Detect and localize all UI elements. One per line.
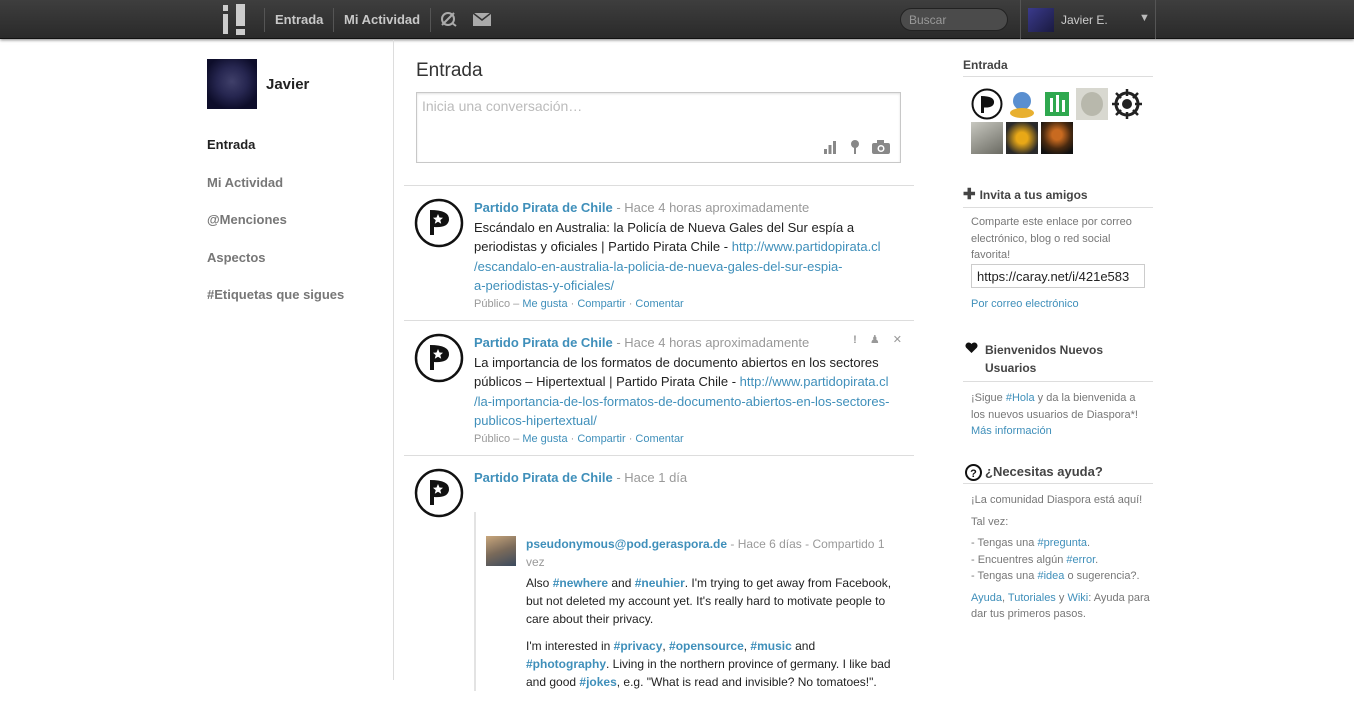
post-item: Partido Pirata de Chile - Hace 1 día pse… xyxy=(404,455,914,715)
tag-link[interactable]: #opensource xyxy=(669,639,744,653)
contact-avatar[interactable] xyxy=(1006,88,1038,120)
like-link[interactable]: Me gusta xyxy=(522,298,567,310)
tag-link[interactable]: #newhere xyxy=(553,576,608,590)
page-title: Entrada xyxy=(416,60,483,81)
nav-stream[interactable]: Entrada xyxy=(275,12,323,27)
sidebar-item-aspects[interactable]: Aspectos xyxy=(207,250,266,265)
contact-avatar[interactable] xyxy=(1111,88,1143,120)
sidebar-item-mentions[interactable]: @Menciones xyxy=(207,212,287,227)
post-text: La importancia de los formatos de docume… xyxy=(474,354,890,429)
camera-icon[interactable] xyxy=(872,140,890,154)
invite-heading: ✚ Invita a tus amigos xyxy=(963,185,1153,208)
post-time[interactable]: - Hace 4 horas aproximadamente xyxy=(616,335,809,350)
post-item: Partido Pirata de Chile - Hace 4 horas a… xyxy=(404,185,914,320)
comment-link[interactable]: Comentar xyxy=(635,298,683,310)
invite-email-link[interactable]: Por correo electrónico xyxy=(971,296,1079,313)
more-info-link[interactable]: Más información xyxy=(971,425,1052,437)
diaspora-logo[interactable] xyxy=(220,2,252,37)
divider xyxy=(333,8,334,32)
post-author[interactable]: Partido Pirata de Chile xyxy=(474,335,613,350)
contact-avatar[interactable] xyxy=(1041,88,1073,120)
caret-down-icon: ▼ xyxy=(1139,12,1150,24)
post-meta: Público – Me gusta · Compartir · Comenta… xyxy=(474,297,684,310)
reshare-avatar[interactable] xyxy=(486,536,516,566)
tag-link[interactable]: #idea xyxy=(1037,570,1064,582)
location-pin-icon[interactable] xyxy=(850,139,860,154)
welcome-text: ¡Sigue #Hola y da la bienvenida a los nu… xyxy=(971,392,1138,437)
invite-text: Comparte este enlace por correo electrón… xyxy=(971,216,1132,261)
pirate-party-avatar[interactable] xyxy=(414,198,464,248)
search-input[interactable] xyxy=(900,8,1008,31)
tag-link[interactable]: #photography xyxy=(526,657,606,671)
contact-avatar[interactable] xyxy=(1006,122,1038,154)
hide-post-icon[interactable]: ✕ xyxy=(893,334,902,346)
sidebar-item-stream[interactable]: Entrada xyxy=(207,137,255,152)
welcome-heading: Bienvenidos Nuevos Usuarios xyxy=(963,341,1153,382)
contact-avatar[interactable] xyxy=(971,88,1003,120)
post-meta: Público – Me gusta · Compartir · Comenta… xyxy=(474,432,684,445)
help-link[interactable]: Ayuda xyxy=(971,592,1002,604)
reshare-link[interactable]: Compartir xyxy=(577,298,625,310)
divider xyxy=(264,8,265,32)
tag-link[interactable]: #neuhier xyxy=(635,576,685,590)
user-name: Javier E. xyxy=(1061,13,1108,27)
tag-link[interactable]: #error xyxy=(1066,554,1095,566)
help-heading: ? ¿Necesitas ayuda? xyxy=(963,464,1153,484)
tag-link[interactable]: #music xyxy=(750,639,791,653)
contact-avatar[interactable] xyxy=(1041,122,1073,154)
post-item: ! ♟ ✕ Partido Pirata de Chile - Hace 4 h… xyxy=(404,320,914,455)
tutorials-link[interactable]: Tutoriales xyxy=(1008,592,1056,604)
notifications-icon[interactable] xyxy=(440,11,458,27)
reshare-link[interactable]: Compartir xyxy=(577,433,625,445)
poll-icon[interactable] xyxy=(823,140,837,154)
pirate-party-avatar[interactable] xyxy=(414,333,464,383)
pirate-party-avatar[interactable] xyxy=(414,468,464,518)
invite-link-field[interactable] xyxy=(971,264,1145,288)
post-author[interactable]: Partido Pirata de Chile xyxy=(474,200,613,215)
profile-avatar[interactable] xyxy=(207,59,257,109)
nav-activity[interactable]: Mi Actividad xyxy=(344,12,420,27)
post-author[interactable]: Partido Pirata de Chile xyxy=(474,470,613,485)
plus-icon: ✚ xyxy=(963,186,976,203)
like-link[interactable]: Me gusta xyxy=(522,433,567,445)
publisher-placeholder: Inicia una conversación… xyxy=(422,98,583,114)
column-divider xyxy=(393,40,394,680)
contact-avatar[interactable] xyxy=(1076,88,1108,120)
right-sidebar: Entrada ✚ Invita a tus amigos Comparte es… xyxy=(963,58,1153,620)
tag-link[interactable]: #pregunta xyxy=(1037,537,1087,549)
contact-avatar[interactable] xyxy=(971,122,1003,154)
mail-icon[interactable] xyxy=(473,13,491,26)
post-time[interactable]: - Hace 4 horas aproximadamente xyxy=(616,200,809,215)
reshared-post: pseudonymous@pod.geraspora.de - Hace 6 d… xyxy=(474,512,904,691)
tag-link[interactable]: #Hola xyxy=(1006,392,1035,404)
tag-link[interactable]: #privacy xyxy=(614,639,663,653)
profile-name[interactable]: Javier xyxy=(266,76,309,93)
avatar xyxy=(1028,8,1054,32)
publisher-box[interactable]: Inicia una conversación… xyxy=(416,92,901,163)
comment-link[interactable]: Comentar xyxy=(635,433,683,445)
sidebar-item-activity[interactable]: Mi Actividad xyxy=(207,175,283,190)
post-text: Escándalo en Australia: la Policía de Nu… xyxy=(474,219,881,294)
reshare-author[interactable]: pseudonymous@pod.geraspora.de xyxy=(526,537,727,551)
question-circle-icon: ? xyxy=(965,464,982,481)
header-bar: Entrada Mi Actividad Javier E. ▼ xyxy=(0,0,1354,39)
sidebar-item-followed-tags[interactable]: #Etiquetas que sigues xyxy=(207,287,344,302)
post-time[interactable]: - Hace 1 día xyxy=(616,470,687,485)
heart-icon xyxy=(965,342,978,353)
aspect-contacts-heading: Entrada xyxy=(963,58,1153,77)
divider xyxy=(430,8,431,32)
tag-link[interactable]: #jokes xyxy=(579,675,616,689)
help-text: ¡La comunidad Diaspora está aquí! Tal ve… xyxy=(971,494,1150,620)
wiki-link[interactable]: Wiki xyxy=(1067,592,1088,604)
reshare-paragraph: I'm interested in #privacy, #opensource,… xyxy=(526,639,891,689)
svg-text:?: ? xyxy=(970,468,977,480)
reshare-paragraph: Also #newhere and #neuhier. I'm trying t… xyxy=(526,576,892,626)
user-menu[interactable]: Javier E. ▼ xyxy=(1020,0,1156,39)
